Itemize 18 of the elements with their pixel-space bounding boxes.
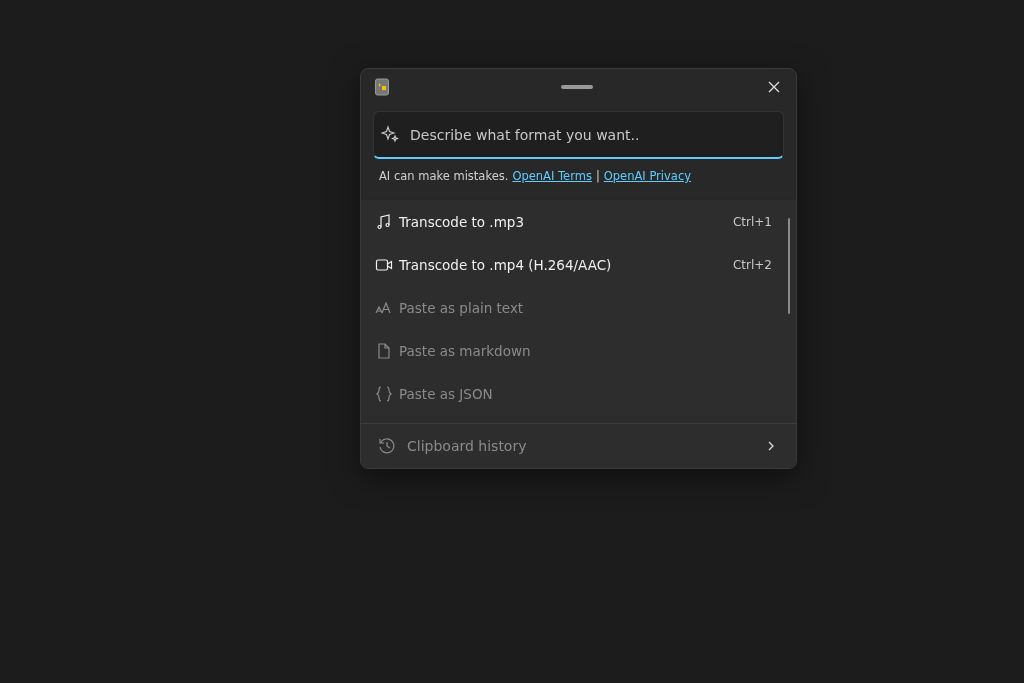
action-item[interactable]: Transcode to .mp4 (H.264/AAC) Ctrl+2 (361, 243, 796, 286)
close-icon (768, 81, 780, 93)
action-item[interactable]: Transcode to .mp3 Ctrl+1 (361, 200, 796, 243)
document-icon (375, 341, 393, 360)
shortcut-text: Ctrl+2 (732, 257, 772, 272)
privacy-link[interactable]: OpenAI Privacy (603, 169, 692, 183)
music-note-icon (375, 212, 393, 231)
history-icon (377, 436, 397, 456)
separator-text: | (595, 169, 600, 183)
search-field[interactable]: Describe what format you want.. (373, 111, 784, 159)
braces-icon (375, 384, 393, 403)
disclaimer-text: AI can make mistakes. (379, 169, 509, 183)
chevron-right-icon (766, 441, 776, 451)
app-icon (375, 78, 389, 96)
shortcut-text: Ctrl+1 (732, 214, 772, 229)
drag-handle[interactable] (560, 85, 593, 89)
terms-link[interactable]: OpenAI Terms (512, 169, 592, 183)
scrollbar[interactable] (788, 218, 790, 314)
